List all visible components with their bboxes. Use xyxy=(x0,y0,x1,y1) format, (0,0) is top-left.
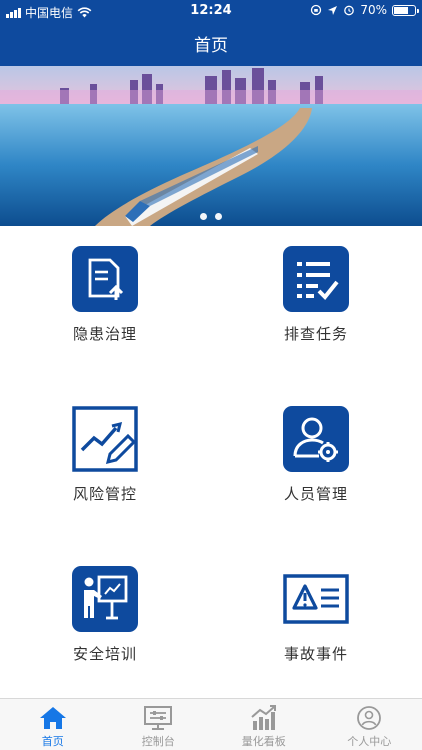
menu-label: 排查任务 xyxy=(283,325,348,343)
home-icon xyxy=(39,707,66,729)
menu-inspection-tasks[interactable]: 排查任务 xyxy=(226,246,406,386)
battery-percent: 70% xyxy=(360,3,387,17)
menu-label: 安全培训 xyxy=(72,645,137,663)
tab-label: 个人中心 xyxy=(347,735,392,748)
console-icon xyxy=(144,706,173,730)
tab-bar: 首页 控制台 量化看板 个人中心 xyxy=(0,698,422,750)
carousel-dot[interactable] xyxy=(215,213,222,220)
top-bar: 中国电信 12:24 70% 首页 xyxy=(0,0,422,66)
menu-personnel-management[interactable]: 人员管理 xyxy=(226,406,406,546)
menu-accident-events[interactable]: 事故事件 xyxy=(226,566,406,706)
location-icon xyxy=(328,5,338,15)
menu-label: 事故事件 xyxy=(283,645,348,663)
menu-label: 风险管控 xyxy=(72,485,137,503)
menu-hazard-treatment[interactable]: 隐患治理 xyxy=(15,246,195,386)
alarm-icon xyxy=(344,5,355,16)
menu-label: 人员管理 xyxy=(283,485,348,503)
menu-safety-training[interactable]: 安全培训 xyxy=(15,566,195,706)
training-board-icon xyxy=(72,566,138,632)
checklist-icon xyxy=(283,246,349,312)
tab-profile[interactable]: 个人中心 xyxy=(317,699,422,750)
warning-card-icon xyxy=(283,574,349,624)
banner-image xyxy=(0,66,422,226)
carousel-dot[interactable] xyxy=(200,213,207,220)
tab-label: 首页 xyxy=(41,735,64,748)
chart-edit-icon xyxy=(72,406,138,472)
menu-risk-control[interactable]: 风险管控 xyxy=(15,406,195,546)
user-circle-icon xyxy=(357,706,382,730)
status-bar: 中国电信 12:24 70% xyxy=(0,0,422,22)
function-grid: 隐患治理 排查任务 风险管控 人员管理 安全培训 事故事件 xyxy=(0,226,422,698)
tab-dashboard[interactable]: 量化看板 xyxy=(211,699,317,750)
bar-chart-icon xyxy=(251,705,276,730)
tab-console[interactable]: 控制台 xyxy=(106,699,212,750)
tab-label: 量化看板 xyxy=(241,735,286,748)
banner-carousel[interactable] xyxy=(0,66,422,226)
battery-icon xyxy=(392,4,419,16)
menu-label: 隐患治理 xyxy=(72,325,137,343)
page-title: 首页 xyxy=(194,36,228,56)
user-gear-icon xyxy=(283,406,349,472)
document-upload-icon xyxy=(72,246,138,312)
tab-home[interactable]: 首页 xyxy=(0,699,106,750)
carousel-dots xyxy=(0,213,422,220)
orientation-lock-icon xyxy=(311,4,322,16)
tab-label: 控制台 xyxy=(141,735,175,748)
